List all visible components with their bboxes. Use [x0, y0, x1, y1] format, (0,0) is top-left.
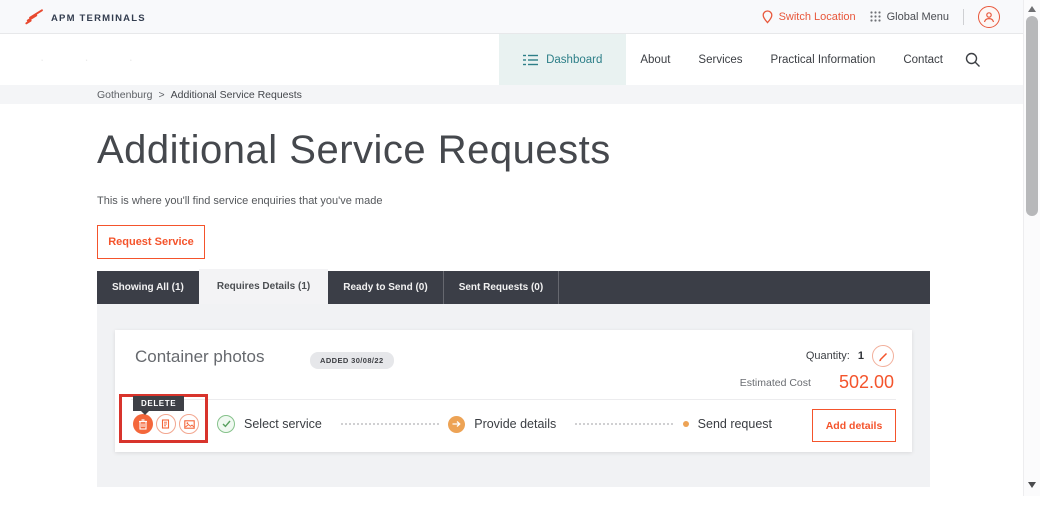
- nav-practical-information[interactable]: Practical Information: [757, 54, 890, 66]
- tab-strip: Showing All (1) Requires Details (1) Rea…: [97, 271, 930, 304]
- pencil-icon: [878, 351, 889, 362]
- nav-services[interactable]: Services: [684, 54, 756, 66]
- tab-requires-details[interactable]: Requires Details (1): [199, 269, 328, 304]
- breadcrumb-location[interactable]: Gothenburg: [97, 89, 152, 101]
- duplicate-button[interactable]: [156, 414, 176, 434]
- step-pending-icon: [683, 421, 689, 427]
- edit-quantity-button[interactable]: [872, 345, 894, 367]
- arrow-right-icon: [452, 420, 461, 428]
- document-icon: [161, 419, 171, 430]
- delete-button[interactable]: [133, 414, 153, 434]
- page-subtitle: This is where you'll find service enquir…: [97, 195, 1040, 207]
- service-request-card: Container photos ADDED 30/08/22 Quantity…: [115, 330, 912, 452]
- search-button[interactable]: [957, 52, 985, 68]
- card-divider: [131, 399, 896, 400]
- scroll-down-arrow-icon[interactable]: [1028, 482, 1036, 488]
- estimated-cost-label: Estimated Cost: [740, 377, 811, 389]
- step-connector: [340, 423, 440, 425]
- scroll-up-arrow-icon[interactable]: [1028, 6, 1036, 12]
- card-title: Container photos: [135, 347, 264, 367]
- quantity-value: 1: [858, 350, 864, 362]
- photo-icon: [184, 420, 195, 429]
- search-icon: [965, 52, 981, 68]
- step-select-service-label: Select service: [244, 417, 322, 431]
- step-provide-details-label: Provide details: [474, 417, 556, 431]
- tab-ready-to-send[interactable]: Ready to Send (0): [328, 271, 443, 304]
- faded-site-text: ···: [40, 52, 173, 67]
- tab-showing-all[interactable]: Showing All (1): [97, 271, 199, 304]
- global-menu-link[interactable]: Global Menu: [870, 11, 949, 23]
- person-icon: [983, 11, 995, 23]
- nav-dashboard[interactable]: Dashboard: [499, 34, 626, 85]
- tab-sent-requests[interactable]: Sent Requests (0): [444, 271, 559, 304]
- added-date-badge: ADDED 30/08/22: [310, 352, 394, 369]
- check-icon: [222, 420, 231, 428]
- trash-icon: [138, 419, 148, 430]
- apm-terminals-logo[interactable]: APM TERMINALS: [25, 10, 146, 24]
- global-menu-label: Global Menu: [887, 11, 949, 23]
- main-nav-bar: ··· Dashboard About Services Practical I…: [0, 34, 1040, 85]
- location-pin-icon: [762, 10, 773, 24]
- tab-content-panel: Container photos ADDED 30/08/22 Quantity…: [97, 304, 930, 487]
- nav-contact[interactable]: Contact: [889, 54, 957, 66]
- breadcrumb: Gothenburg > Additional Service Requests: [0, 85, 1040, 104]
- page-title: Additional Service Requests: [97, 128, 1040, 173]
- topbar-divider: [963, 9, 964, 25]
- user-avatar-button[interactable]: [978, 6, 1000, 28]
- add-details-button[interactable]: Add details: [812, 409, 896, 442]
- vertical-scrollbar[interactable]: [1023, 0, 1040, 496]
- step-send-request-label: Send request: [698, 417, 772, 431]
- grid-menu-icon: [870, 11, 881, 22]
- logo-text: APM TERMINALS: [51, 13, 146, 24]
- request-service-button[interactable]: Request Service: [97, 225, 205, 259]
- top-bar: APM TERMINALS Switch Location Global Men…: [0, 0, 1040, 34]
- switch-location-link[interactable]: Switch Location: [762, 10, 856, 24]
- scrollbar-thumb[interactable]: [1026, 16, 1038, 216]
- breadcrumb-page: Additional Service Requests: [171, 89, 302, 101]
- delete-tooltip: DELETE: [133, 396, 184, 411]
- switch-location-label: Switch Location: [779, 11, 856, 23]
- estimated-cost-value: 502.00: [839, 372, 894, 393]
- photos-button[interactable]: [179, 414, 199, 434]
- list-menu-icon: [523, 54, 538, 66]
- step-connector: [574, 423, 674, 425]
- logo-stripes-icon: [25, 10, 47, 24]
- progress-steps: Select service Provide details Send requ…: [217, 414, 782, 434]
- nav-about[interactable]: About: [626, 54, 684, 66]
- step-current-icon: [448, 416, 465, 433]
- nav-dashboard-label: Dashboard: [546, 54, 602, 66]
- quantity-label: Quantity:: [806, 350, 850, 362]
- breadcrumb-separator: >: [158, 89, 164, 101]
- step-complete-icon: [217, 415, 235, 433]
